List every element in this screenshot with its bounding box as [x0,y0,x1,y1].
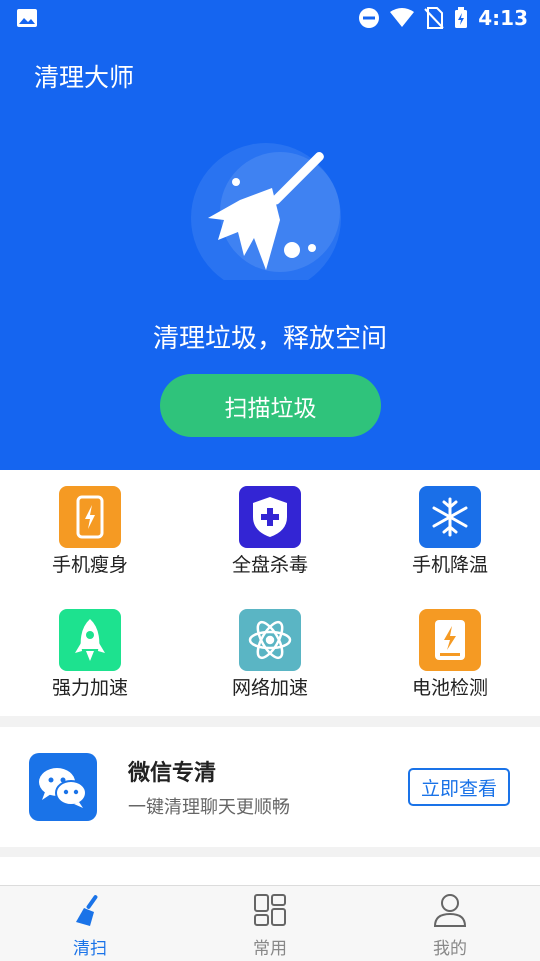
no-sim-icon [424,7,444,29]
do-not-disturb-icon [359,8,380,28]
tool-grid: 手机瘦身 全盘杀毒 手机降温 强力加速 网络加速 电池检测 [0,470,540,716]
tool-label: 网络加速 [231,677,308,699]
battery-charging-icon [455,7,468,28]
image-notification-icon [17,9,37,27]
grid-icon [254,894,286,926]
shield-plus-icon [239,486,301,548]
nav-item-common[interactable]: 常用 [180,886,360,961]
wechat-clean-card[interactable]: 微信专清 一键清理聊天更顺畅 立即查看 [0,727,540,847]
nav-label: 清扫 [73,939,107,959]
nav-label: 常用 [253,939,287,959]
snowflake-icon [419,486,481,548]
tool-label: 手机瘦身 [51,554,128,576]
wifi-icon [390,8,415,27]
tool-phone-slim[interactable]: 手机瘦身 [0,470,180,580]
nav-item-clean[interactable]: 清扫 [0,886,180,961]
phone-charge-icon [59,486,121,548]
view-now-button[interactable]: 立即查看 [408,768,510,806]
wechat-icon [29,753,97,821]
tool-antivirus[interactable]: 全盘杀毒 [180,470,360,580]
tool-label: 强力加速 [51,677,128,699]
nav-label: 我的 [433,939,467,959]
nav-item-mine[interactable]: 我的 [360,886,540,961]
tool-label: 手机降温 [411,554,488,576]
broom-illustration-icon [191,143,341,280]
broom-icon [76,895,98,926]
user-icon [433,894,467,927]
wechat-card-subtitle: 一键清理聊天更顺畅 [128,797,290,818]
bottom-nav: 清扫 常用 我的 [0,885,540,961]
tool-label: 全盘杀毒 [231,554,308,576]
tool-label: 电池检测 [411,677,488,699]
tool-battery-check[interactable]: 电池检测 [360,593,540,703]
scan-junk-button[interactable]: 扫描垃圾 [160,374,381,437]
hero-section: 清理大师 清理垃圾，释放空间 扫描垃圾 [0,36,540,470]
content-strip [0,857,540,885]
tool-network-boost[interactable]: 网络加速 [180,593,360,703]
rocket-icon [59,609,121,671]
tool-cooling[interactable]: 手机降温 [360,470,540,580]
hero-slogan: 清理垃圾，释放空间 [152,324,387,354]
atom-icon [239,609,301,671]
app-title: 清理大师 [34,63,135,92]
battery-icon [419,609,481,671]
status-time: 4:13 [478,6,528,30]
tool-boost[interactable]: 强力加速 [0,593,180,703]
status-bar: 4:13 [0,0,540,36]
wechat-card-title: 微信专清 [128,761,217,786]
